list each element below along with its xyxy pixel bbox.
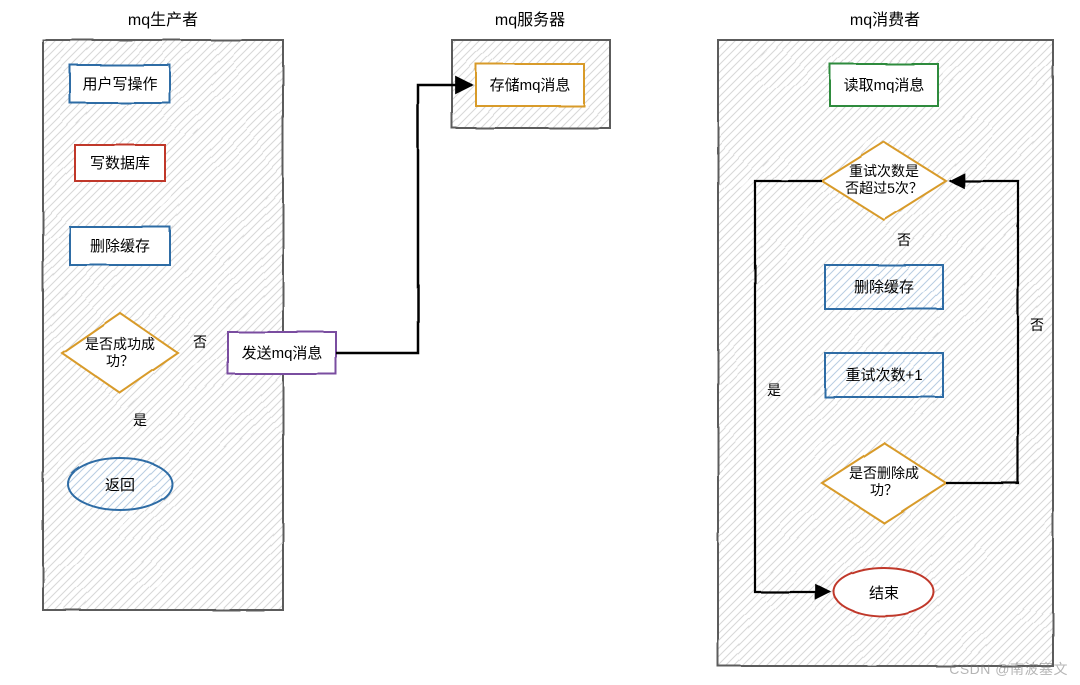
- svg-text:重试次数+1: 重试次数+1: [845, 367, 922, 384]
- svg-text:用户写操作: 用户写操作: [82, 76, 157, 93]
- node-delete-cache-producer: 删除缓存: [70, 227, 170, 265]
- node-end: 结束: [834, 568, 934, 616]
- node-write-db: 写数据库: [75, 145, 165, 181]
- label-no-c2: 否: [1030, 317, 1044, 333]
- svg-text:读取mq消息: 读取mq消息: [844, 77, 925, 94]
- svg-text:删除缓存: 删除缓存: [90, 238, 150, 255]
- server-title: mq服务器: [495, 11, 565, 29]
- producer-title: mq生产者: [128, 11, 198, 29]
- label-no-c1: 否: [897, 232, 911, 248]
- label-yes-c: 是: [767, 382, 781, 398]
- svg-text:写数据库: 写数据库: [90, 155, 150, 172]
- svg-text:返回: 返回: [105, 477, 135, 494]
- svg-text:存储mq消息: 存储mq消息: [490, 77, 571, 94]
- node-retry-inc: 重试次数+1: [825, 353, 943, 397]
- consumer-title: mq消费者: [850, 11, 920, 29]
- svg-text:重试次数是否超过5次？: 重试次数是否超过5次？: [845, 163, 923, 196]
- node-user-write: 用户写操作: [70, 65, 170, 103]
- node-store-mq: 存储mq消息: [476, 64, 584, 106]
- label-yes: 是: [133, 412, 147, 428]
- node-return: 返回: [68, 458, 172, 510]
- node-delete-cache-consumer: 删除缓存: [825, 265, 943, 309]
- svg-text:发送mq消息: 发送mq消息: [242, 345, 323, 362]
- label-no: 否: [193, 334, 207, 350]
- node-read-mq: 读取mq消息: [830, 64, 938, 106]
- watermark: CSDN @南波塞文: [949, 659, 1068, 679]
- node-send-mq: 发送mq消息: [228, 332, 336, 374]
- svg-text:结束: 结束: [869, 585, 899, 602]
- svg-text:删除缓存: 删除缓存: [854, 279, 914, 296]
